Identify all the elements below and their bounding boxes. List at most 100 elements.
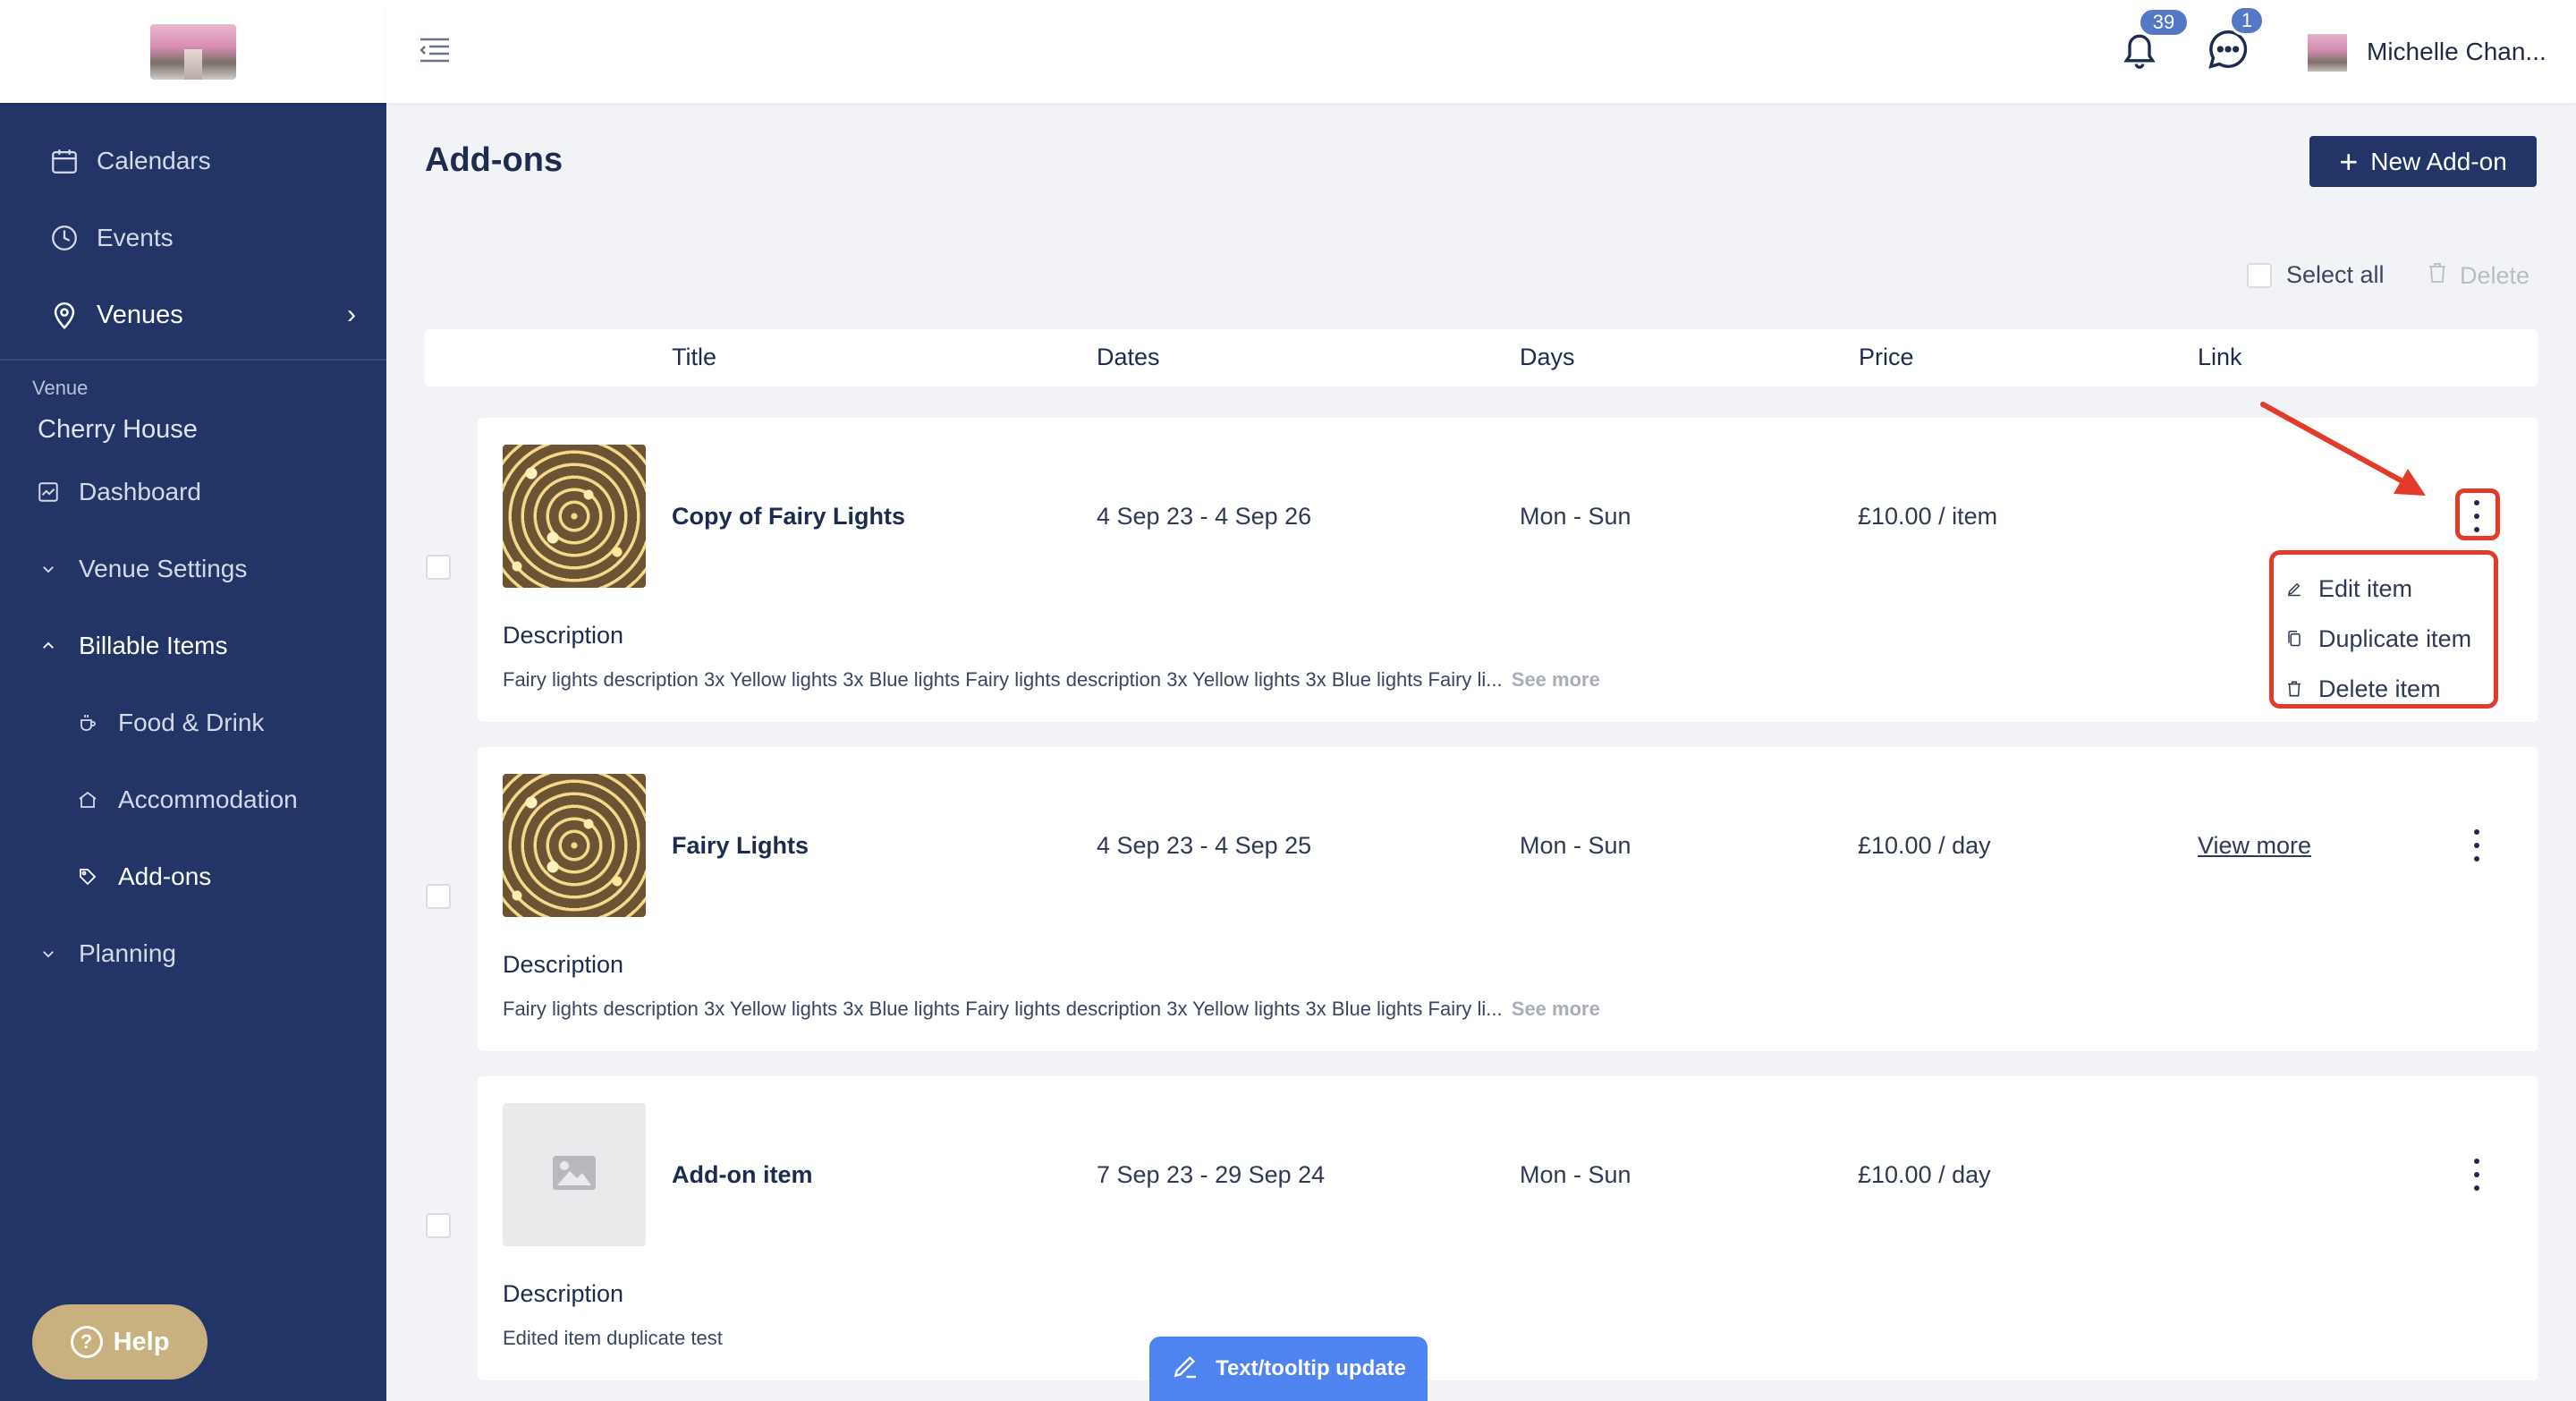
column-header-price[interactable]: Price bbox=[1859, 344, 1914, 371]
sidebar-item-add-ons[interactable]: Add-ons bbox=[0, 838, 386, 915]
item-title: Fairy Lights bbox=[672, 832, 809, 859]
row-checkbox[interactable] bbox=[426, 1213, 451, 1238]
description-label: Description bbox=[503, 622, 624, 649]
column-header-dates[interactable]: Dates bbox=[1097, 344, 1160, 371]
item-days: Mon - Sun bbox=[1520, 1161, 1631, 1188]
item-thumbnail bbox=[503, 774, 646, 917]
see-more-link[interactable]: See more bbox=[1512, 998, 1600, 1020]
chevron-down-icon bbox=[36, 556, 61, 582]
trash-icon bbox=[2286, 680, 2302, 698]
chart-icon bbox=[36, 480, 61, 505]
item-dates: 4 Sep 23 - 4 Sep 26 bbox=[1097, 503, 1312, 530]
sidebar-item-calendars[interactable]: Calendars bbox=[0, 123, 386, 200]
sidebar-item-events[interactable]: Events bbox=[0, 200, 386, 276]
pencil-icon bbox=[2286, 581, 2302, 597]
table-row: Add-on item 7 Sep 23 - 29 Sep 24 Mon - S… bbox=[478, 1076, 2538, 1380]
menu-item-edit[interactable]: Edit item bbox=[2274, 564, 2494, 614]
coffee-icon bbox=[75, 710, 100, 735]
chevron-down-icon bbox=[36, 941, 61, 966]
item-thumbnail bbox=[503, 445, 646, 588]
clock-icon bbox=[48, 222, 80, 254]
description-label: Description bbox=[503, 951, 624, 978]
plus-icon: + bbox=[2339, 142, 2359, 180]
annotation-arrow-icon bbox=[2260, 402, 2426, 496]
logo-area bbox=[0, 0, 386, 103]
menu-item-delete[interactable]: Delete item bbox=[2274, 664, 2494, 714]
delete-label: Delete bbox=[2460, 262, 2530, 289]
sidebar-item-planning[interactable]: Planning bbox=[0, 915, 386, 992]
column-header-days[interactable]: Days bbox=[1520, 344, 1575, 371]
row-checkbox[interactable] bbox=[426, 555, 451, 580]
sidebar-item-label: Venues bbox=[97, 300, 183, 329]
sidebar-item-label: Planning bbox=[79, 939, 176, 967]
messages-badge: 1 bbox=[2229, 5, 2265, 36]
item-dates: 7 Sep 23 - 29 Sep 24 bbox=[1097, 1161, 1326, 1188]
edit-pen-icon bbox=[1171, 1352, 1199, 1387]
copy-icon bbox=[2286, 630, 2302, 648]
column-header-link[interactable]: Link bbox=[2198, 344, 2242, 371]
venue-logo[interactable] bbox=[150, 23, 236, 80]
view-more-link[interactable]: View more bbox=[2198, 832, 2311, 860]
bulk-delete-button[interactable]: Delete bbox=[2428, 261, 2529, 291]
item-title: Copy of Fairy Lights bbox=[672, 503, 906, 530]
description-label: Description bbox=[503, 1280, 624, 1307]
help-button[interactable]: ? Help bbox=[32, 1304, 208, 1380]
sidebar-item-label: Calendars bbox=[97, 147, 211, 174]
see-more-link[interactable]: See more bbox=[1512, 668, 1600, 691]
item-title: Add-on item bbox=[672, 1161, 813, 1188]
description-text: Fairy lights description 3x Yellow light… bbox=[503, 668, 1600, 692]
home-icon bbox=[75, 787, 100, 812]
sidebar-item-accommodation[interactable]: Accommodation bbox=[0, 761, 386, 838]
calendar-icon bbox=[48, 145, 80, 177]
sidebar-item-food-drink[interactable]: Food & Drink bbox=[0, 684, 386, 761]
tag-icon bbox=[75, 864, 100, 889]
notifications-badge: 39 bbox=[2138, 7, 2190, 38]
sidebar-item-billable-items[interactable]: Billable Items bbox=[0, 607, 386, 684]
avatar[interactable] bbox=[2308, 34, 2347, 72]
annotation-highlight bbox=[2455, 488, 2500, 540]
description-body: Fairy lights description 3x Yellow light… bbox=[503, 998, 1503, 1020]
venue-label: Venue bbox=[32, 377, 89, 399]
select-all-label: Select all bbox=[2286, 261, 2385, 288]
venue-name[interactable]: Cherry House bbox=[0, 405, 386, 454]
description-text: Fairy lights description 3x Yellow light… bbox=[503, 998, 1600, 1021]
sidebar-item-label: Venue Settings bbox=[79, 555, 248, 582]
sidebar-item-dashboard[interactable]: Dashboard bbox=[0, 454, 386, 531]
table-header: Title Dates Days Price Link bbox=[425, 329, 2538, 386]
menu-item-label: Delete item bbox=[2318, 675, 2441, 702]
column-header-title[interactable]: Title bbox=[672, 344, 716, 371]
sidebar: Calendars Events Venues › Venue Cherry H… bbox=[0, 0, 386, 1401]
select-all[interactable]: Select all bbox=[2247, 261, 2385, 289]
row-actions-menu: Edit item Duplicate item Delete item bbox=[2269, 550, 2498, 709]
select-all-checkbox[interactable] bbox=[2247, 262, 2272, 288]
item-days: Mon - Sun bbox=[1520, 503, 1631, 530]
sidebar-item-label: Food & Drink bbox=[118, 709, 265, 736]
menu-collapse-icon[interactable] bbox=[419, 36, 451, 64]
more-options-icon[interactable] bbox=[2463, 824, 2490, 867]
sidebar-item-label: Events bbox=[97, 224, 174, 251]
more-options-icon[interactable] bbox=[2463, 1153, 2490, 1196]
sidebar-item-venue-settings[interactable]: Venue Settings bbox=[0, 531, 386, 607]
image-placeholder-icon bbox=[552, 1155, 597, 1195]
item-days: Mon - Sun bbox=[1520, 832, 1631, 859]
description-text: Edited item duplicate test bbox=[503, 1327, 723, 1350]
tooltip-pill-label: Text/tooltip update bbox=[1216, 1356, 1406, 1380]
sidebar-item-venues[interactable]: Venues › bbox=[0, 276, 386, 353]
item-thumbnail bbox=[503, 1103, 646, 1246]
table-row: Fairy Lights 4 Sep 23 - 4 Sep 25 Mon - S… bbox=[478, 747, 2538, 1051]
new-add-on-label: New Add-on bbox=[2370, 147, 2507, 175]
new-add-on-button[interactable]: + New Add-on bbox=[2309, 136, 2537, 187]
sidebar-item-label: Add-ons bbox=[118, 862, 212, 890]
item-price: £10.00 / day bbox=[1858, 1161, 1991, 1188]
user-name[interactable]: Michelle Chan... bbox=[2367, 38, 2546, 66]
description-body: Edited item duplicate test bbox=[503, 1327, 723, 1349]
text-tooltip-update-button[interactable]: Text/tooltip update bbox=[1149, 1337, 1428, 1401]
top-bar: 39 1 Michelle Chan... bbox=[386, 0, 2576, 103]
description-body: Fairy lights description 3x Yellow light… bbox=[503, 668, 1503, 691]
menu-item-duplicate[interactable]: Duplicate item bbox=[2274, 614, 2494, 664]
location-pin-icon bbox=[48, 299, 80, 331]
sidebar-item-label: Dashboard bbox=[79, 478, 201, 505]
item-price: £10.00 / day bbox=[1858, 832, 1991, 859]
chevron-up-icon bbox=[36, 633, 61, 658]
row-checkbox[interactable] bbox=[426, 884, 451, 909]
